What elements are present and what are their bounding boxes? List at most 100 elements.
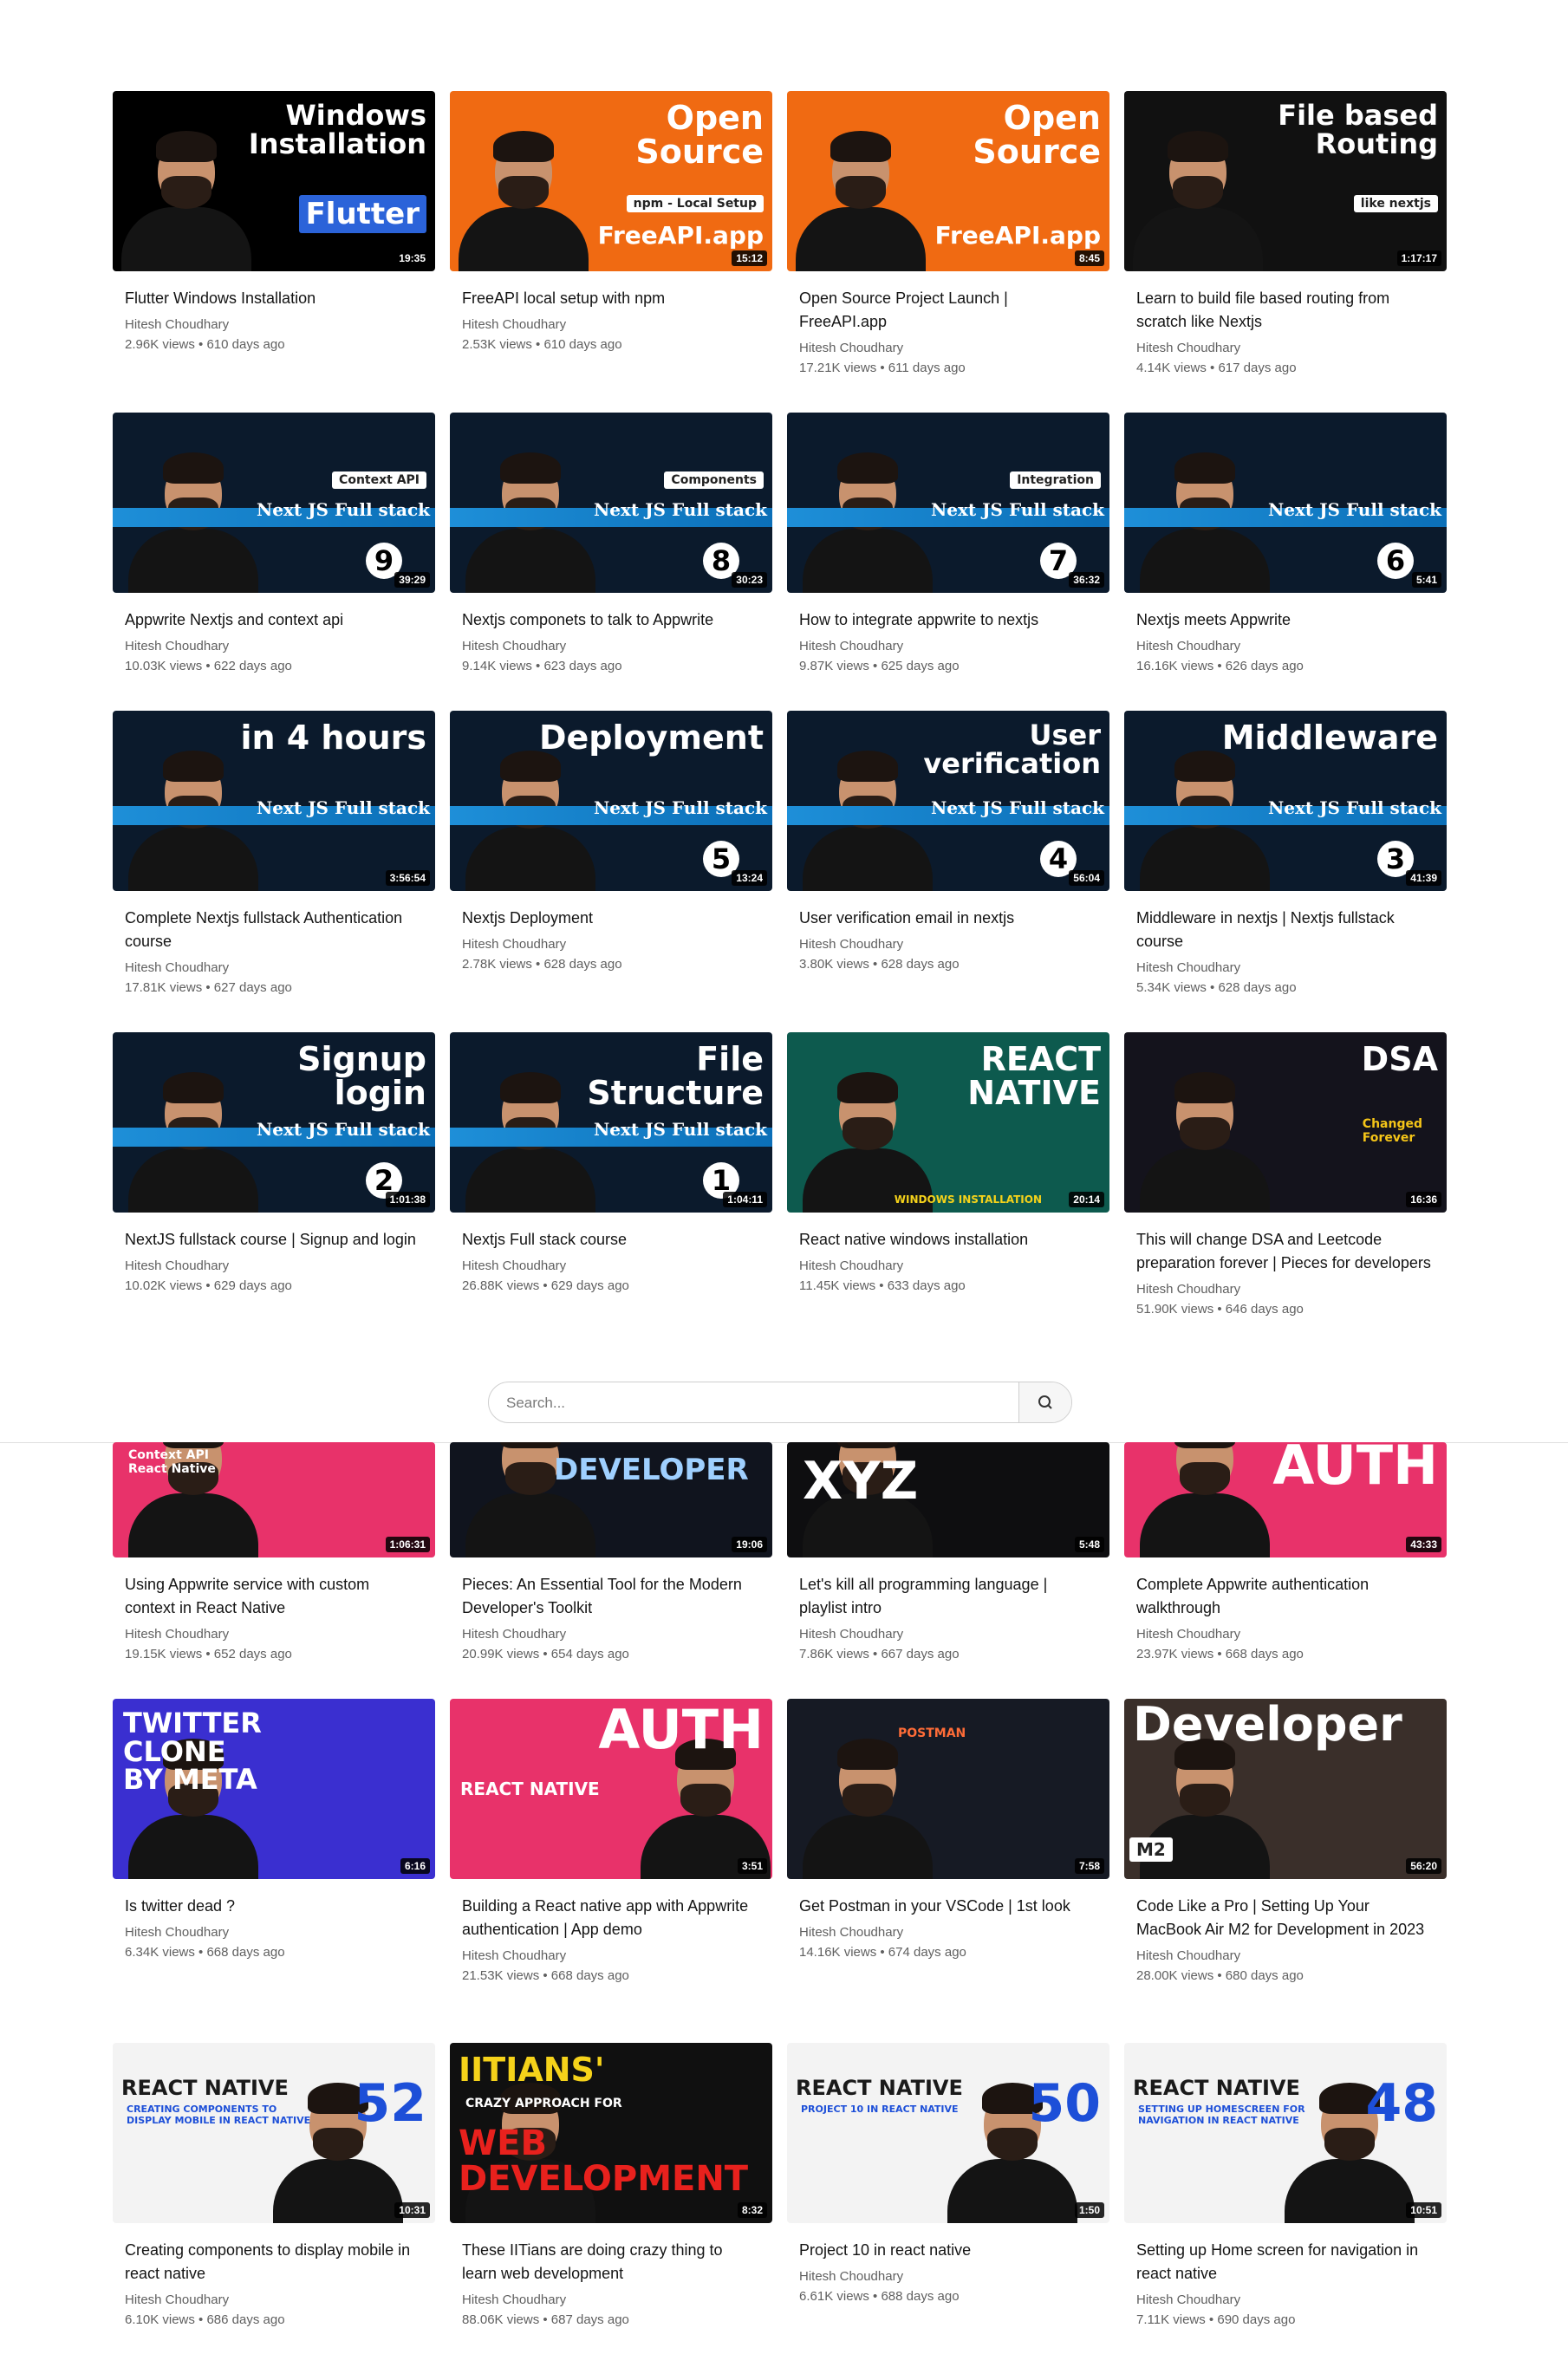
video-title[interactable]: FreeAPI local setup with npm — [462, 287, 760, 310]
video-card[interactable]: TWITTER CLONE BY META 6:16 Is twitter dead… — [113, 1699, 435, 1960]
channel-name[interactable]: Hitesh Choudhary — [462, 1258, 760, 1273]
channel-name[interactable]: Hitesh Choudhary — [799, 937, 1097, 952]
channel-name[interactable]: Hitesh Choudhary — [125, 317, 423, 332]
video-thumbnail[interactable]: IITIANS' CRAZY APPROACH FOR WEB DEVELOPMEN… — [450, 2043, 772, 2223]
video-title[interactable]: NextJS fullstack course | Signup and log… — [125, 1228, 423, 1252]
video-title[interactable]: Using Appwrite service with custom conte… — [125, 1573, 423, 1620]
video-thumbnail[interactable]: AUTH 43:33 — [1124, 1442, 1447, 1557]
video-title[interactable]: Nextjs meets Appwrite — [1136, 608, 1435, 632]
video-title[interactable]: These IITians are doing crazy thing to l… — [462, 2239, 760, 2286]
video-title[interactable]: Flutter Windows Installation — [125, 287, 423, 310]
video-title[interactable]: Complete Nextjs fullstack Authentication… — [125, 907, 423, 953]
channel-name[interactable]: Hitesh Choudhary — [125, 1627, 423, 1642]
channel-name[interactable]: Hitesh Choudhary — [1136, 1627, 1435, 1642]
video-card[interactable]: Context API React Native 1:06:31 Using App… — [113, 1442, 435, 1661]
channel-name[interactable]: Hitesh Choudhary — [462, 2292, 760, 2307]
video-card[interactable]: DSA Changed Forever 16:36 This will change … — [1124, 1032, 1447, 1317]
video-thumbnail[interactable]: Developer M2 56:20 — [1124, 1699, 1447, 1879]
video-title[interactable]: Middleware in nextjs | Nextjs fullstack … — [1136, 907, 1435, 953]
video-thumbnail[interactable]: Windows Installation Flutter 19:35 — [113, 91, 435, 271]
video-title[interactable]: This will change DSA and Leetcode prepar… — [1136, 1228, 1435, 1275]
video-thumbnail[interactable]: AUTH REACT NATIVE 3:51 — [450, 1699, 772, 1879]
video-thumbnail[interactable]: XYZ 5:48 — [787, 1442, 1109, 1557]
video-title[interactable]: Project 10 in react native — [799, 2239, 1097, 2262]
video-card[interactable]: Next JS Full stack Deployment 5 13:24 Nextjs… — [450, 711, 772, 972]
video-thumbnail[interactable]: Next JS Full stack File Structure 1 1:04:11 — [450, 1032, 772, 1213]
video-card[interactable]: REACT NATIVE WINDOWS INSTALLATION 20:14 Rea… — [787, 1032, 1109, 1293]
video-thumbnail[interactable]: POSTMAN 7:58 — [787, 1699, 1109, 1879]
channel-name[interactable]: Hitesh Choudhary — [1136, 1948, 1435, 1963]
video-title[interactable]: Nextjs Full stack course — [462, 1228, 760, 1252]
video-thumbnail[interactable]: REACT NATIVE PROJECT 10 IN REACT NATIVE 50… — [787, 2043, 1109, 2223]
channel-name[interactable]: Hitesh Choudhary — [799, 1627, 1097, 1642]
video-title[interactable]: Building a React native app with Appwrit… — [462, 1895, 760, 1941]
channel-name[interactable]: Hitesh Choudhary — [462, 639, 760, 654]
channel-name[interactable]: Hitesh Choudhary — [462, 1948, 760, 1963]
video-card[interactable]: Open Source FreeAPI.app 8:45 Open Source Pr… — [787, 91, 1109, 375]
search-input[interactable] — [504, 1391, 976, 1415]
video-card[interactable]: IITIANS' CRAZY APPROACH FOR WEB DEVELOPMEN… — [450, 2043, 772, 2327]
video-card[interactable]: DEVELOPER 19:06 Pieces: An Essential Tool … — [450, 1442, 772, 1661]
video-card[interactable]: Next JS Full stack Components 8 30:23 Nextjs… — [450, 413, 772, 673]
channel-name[interactable]: Hitesh Choudhary — [799, 341, 1097, 355]
video-title[interactable]: Nextjs componets to talk to Appwrite — [462, 608, 760, 632]
video-card[interactable]: Windows Installation Flutter 19:35 Flutter … — [113, 91, 435, 352]
video-card[interactable]: REACT NATIVE PROJECT 10 IN REACT NATIVE 50… — [787, 2043, 1109, 2304]
video-thumbnail[interactable]: TWITTER CLONE BY META 6:16 — [113, 1699, 435, 1879]
video-thumbnail[interactable]: REACT NATIVE SETTING UP HOMESCREEN FOR NA… — [1124, 2043, 1447, 2223]
video-thumbnail[interactable]: Next JS Full stack User verification 4 56:0… — [787, 711, 1109, 891]
video-thumbnail[interactable]: Next JS Full stack Context API 9 39:29 — [113, 413, 435, 593]
video-card[interactable]: Next JS Full stack in 4 hours 3:56:54 Compl… — [113, 711, 435, 995]
video-card[interactable]: Next JS Full stack Integration 7 36:32 How t… — [787, 413, 1109, 673]
video-thumbnail[interactable]: REACT NATIVE WINDOWS INSTALLATION 20:14 — [787, 1032, 1109, 1213]
video-title[interactable]: Open Source Project Launch | FreeAPI.app — [799, 287, 1097, 334]
video-thumbnail[interactable]: Open Source FreeAPI.app 8:45 — [787, 91, 1109, 271]
channel-name[interactable]: Hitesh Choudhary — [125, 1258, 423, 1273]
video-title[interactable]: Pieces: An Essential Tool for the Modern… — [462, 1573, 760, 1620]
video-title[interactable]: Learn to build file based routing from s… — [1136, 287, 1435, 334]
search-button[interactable] — [1018, 1382, 1071, 1422]
channel-name[interactable]: Hitesh Choudhary — [125, 639, 423, 654]
channel-name[interactable]: Hitesh Choudhary — [799, 1925, 1097, 1940]
video-card[interactable]: REACT NATIVE SETTING UP HOMESCREEN FOR NA… — [1124, 2043, 1447, 2327]
video-title[interactable]: Appwrite Nextjs and context api — [125, 608, 423, 632]
video-title[interactable]: How to integrate appwrite to nextjs — [799, 608, 1097, 632]
video-thumbnail[interactable]: REACT NATIVE CREATING COMPONENTS TO DISPL… — [113, 2043, 435, 2223]
video-thumbnail[interactable]: Next JS Full stack Integration 7 36:32 — [787, 413, 1109, 593]
video-card[interactable]: Next JS Full stack 6 5:41 Nextjs meets Appw… — [1124, 413, 1447, 673]
channel-name[interactable]: Hitesh Choudhary — [1136, 960, 1435, 975]
video-card[interactable]: Next JS Full stack Context API 9 39:29 Appwr… — [113, 413, 435, 673]
video-title[interactable]: Creating components to display mobile in… — [125, 2239, 423, 2286]
video-card[interactable]: Developer M2 56:20 Code Like a Pro | Settin… — [1124, 1699, 1447, 1983]
video-card[interactable]: Next JS Full stack File Structure 1 1:04:11… — [450, 1032, 772, 1293]
video-thumbnail[interactable]: Next JS Full stack Middleware 3 41:39 — [1124, 711, 1447, 891]
video-card[interactable]: Open Source npm - Local Setup FreeAPI.app 1… — [450, 91, 772, 352]
video-card[interactable]: Next JS Full stack Signup login 2 1:01:38 Ne… — [113, 1032, 435, 1293]
channel-name[interactable]: Hitesh Choudhary — [462, 1627, 760, 1642]
video-card[interactable]: XYZ 5:48 Let's kill all programming langua… — [787, 1442, 1109, 1661]
channel-name[interactable]: Hitesh Choudhary — [125, 960, 423, 975]
video-card[interactable]: Next JS Full stack User verification 4 56:0… — [787, 711, 1109, 972]
channel-name[interactable]: Hitesh Choudhary — [125, 1925, 423, 1940]
channel-name[interactable]: Hitesh Choudhary — [462, 317, 760, 332]
channel-name[interactable]: Hitesh Choudhary — [1136, 341, 1435, 355]
video-card[interactable]: REACT NATIVE CREATING COMPONENTS TO DISPL… — [113, 2043, 435, 2327]
video-title[interactable]: Code Like a Pro | Setting Up Your MacBoo… — [1136, 1895, 1435, 1941]
channel-name[interactable]: Hitesh Choudhary — [1136, 2292, 1435, 2307]
channel-name[interactable]: Hitesh Choudhary — [799, 639, 1097, 654]
video-thumbnail[interactable]: Next JS Full stack Signup login 2 1:01:38 — [113, 1032, 435, 1213]
video-title[interactable]: Let's kill all programming language | pl… — [799, 1573, 1097, 1620]
video-thumbnail[interactable]: Context API React Native 1:06:31 — [113, 1442, 435, 1557]
video-thumbnail[interactable]: DEVELOPER 19:06 — [450, 1442, 772, 1557]
video-card[interactable]: AUTH 43:33 Complete Appwrite authenticatio… — [1124, 1442, 1447, 1661]
video-card[interactable]: File based Routing like nextjs 1:17:17 Lear… — [1124, 91, 1447, 375]
video-card[interactable]: Next JS Full stack Middleware 3 41:39 Middle… — [1124, 711, 1447, 995]
channel-name[interactable]: Hitesh Choudhary — [1136, 1282, 1435, 1297]
video-card[interactable]: AUTH REACT NATIVE 3:51 Building a React nat… — [450, 1699, 772, 1983]
video-thumbnail[interactable]: Next JS Full stack Deployment 5 13:24 — [450, 711, 772, 891]
video-title[interactable]: Is twitter dead ? — [125, 1895, 423, 1918]
channel-name[interactable]: Hitesh Choudhary — [799, 1258, 1097, 1273]
video-thumbnail[interactable]: Next JS Full stack Components 8 30:23 — [450, 413, 772, 593]
video-thumbnail[interactable]: File based Routing like nextjs 1:17:17 — [1124, 91, 1447, 271]
channel-name[interactable]: Hitesh Choudhary — [462, 937, 760, 952]
